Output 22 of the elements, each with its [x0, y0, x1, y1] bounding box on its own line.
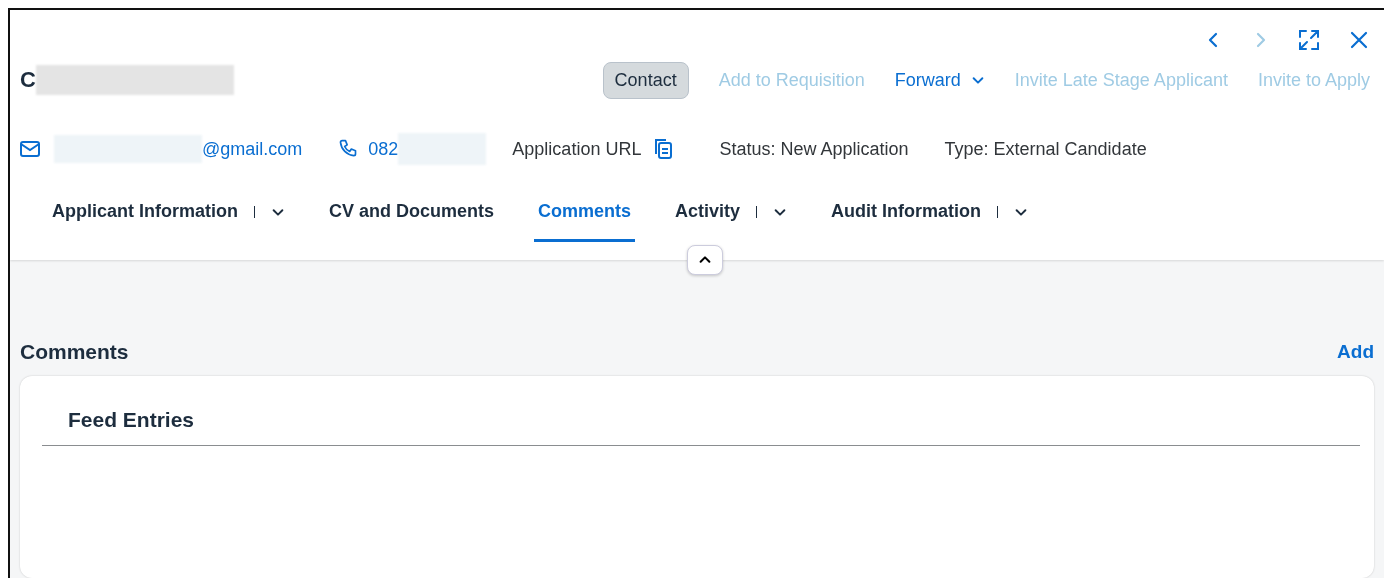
application-url-label: Application URL	[512, 138, 642, 160]
tab[interactable]: Comments	[534, 196, 636, 242]
tab[interactable]: Audit Information	[827, 196, 1033, 242]
menu-button[interactable]: Forward	[894, 69, 985, 91]
status-text: Status: New Application	[719, 138, 909, 160]
card-title: Feed Entries	[42, 408, 1360, 446]
type-text: Type: External Candidate	[944, 138, 1147, 160]
phone-link[interactable]: 082	[368, 138, 399, 160]
fullscreen-button[interactable]	[1298, 29, 1320, 51]
close-button[interactable]	[1350, 31, 1368, 49]
action-button[interactable]: Contact	[602, 61, 689, 99]
phone-icon	[338, 139, 359, 159]
add-link[interactable]: Add	[1337, 341, 1374, 363]
tab[interactable]: Applicant Information	[48, 196, 289, 242]
mail-icon	[20, 141, 40, 157]
collapse-button[interactable]	[687, 245, 723, 275]
section-title: Comments	[20, 340, 129, 364]
candidate-name: C	[20, 67, 36, 93]
tab[interactable]: Activity	[671, 196, 792, 242]
tab[interactable]: CV and Documents	[325, 196, 499, 242]
email-link[interactable]: @gmail.com	[202, 138, 303, 160]
copy-icon[interactable]	[653, 138, 674, 160]
